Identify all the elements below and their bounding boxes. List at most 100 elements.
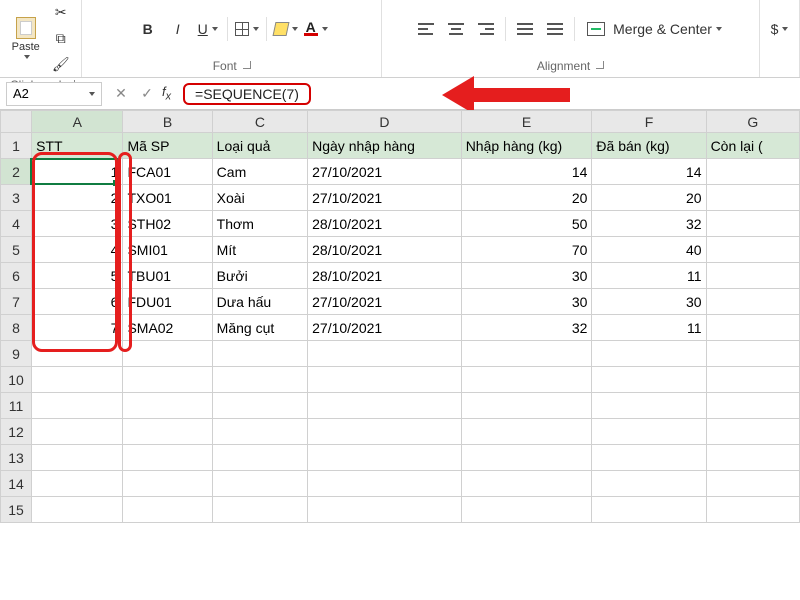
cell[interactable]: Xoài xyxy=(212,185,307,211)
select-all-corner[interactable] xyxy=(1,111,32,133)
cell[interactable]: 5 xyxy=(32,263,123,289)
bold-button[interactable]: B xyxy=(135,17,161,41)
cell[interactable] xyxy=(706,367,799,393)
cell[interactable]: SMI01 xyxy=(123,237,212,263)
cell[interactable] xyxy=(592,445,706,471)
cell[interactable] xyxy=(592,497,706,523)
column-header-F[interactable]: F xyxy=(592,111,706,133)
cell[interactable] xyxy=(706,497,799,523)
cell[interactable]: 70 xyxy=(461,237,592,263)
cell[interactable] xyxy=(32,393,123,419)
cell[interactable]: STH02 xyxy=(123,211,212,237)
cell[interactable] xyxy=(706,211,799,237)
cell[interactable] xyxy=(706,237,799,263)
copy-button[interactable]: ⧉ xyxy=(48,26,74,50)
row-header-4[interactable]: 4 xyxy=(1,211,32,237)
cell[interactable] xyxy=(308,341,462,367)
row-header-9[interactable]: 9 xyxy=(1,341,32,367)
name-box[interactable]: A2 xyxy=(6,82,102,106)
cell[interactable]: 20 xyxy=(461,185,592,211)
cell[interactable] xyxy=(308,445,462,471)
cell[interactable] xyxy=(706,341,799,367)
cell[interactable]: 32 xyxy=(461,315,592,341)
cell[interactable] xyxy=(706,289,799,315)
cell[interactable] xyxy=(706,419,799,445)
fill-color-button[interactable] xyxy=(273,17,299,41)
cell[interactable] xyxy=(212,471,307,497)
row-header-7[interactable]: 7 xyxy=(1,289,32,315)
cell[interactable]: 7 xyxy=(32,315,123,341)
row-header-5[interactable]: 5 xyxy=(1,237,32,263)
cell-grid[interactable]: A B C D E F G 1STTMã SPLoại quảNgày nhập… xyxy=(0,110,800,523)
cell[interactable] xyxy=(706,471,799,497)
cell[interactable] xyxy=(123,419,212,445)
cell[interactable]: Măng cụt xyxy=(212,315,307,341)
cell[interactable]: Loại quả xyxy=(212,133,307,159)
cell[interactable]: Cam xyxy=(212,159,307,185)
align-bottom-button[interactable] xyxy=(473,17,499,41)
cell[interactable] xyxy=(308,393,462,419)
cell[interactable] xyxy=(706,263,799,289)
cell[interactable]: 27/10/2021 xyxy=(308,315,462,341)
cell[interactable]: Mã SP xyxy=(123,133,212,159)
row-header-11[interactable]: 11 xyxy=(1,393,32,419)
column-header-E[interactable]: E xyxy=(461,111,592,133)
italic-button[interactable]: I xyxy=(165,17,191,41)
cell[interactable]: 27/10/2021 xyxy=(308,185,462,211)
cell[interactable]: 28/10/2021 xyxy=(308,237,462,263)
cell[interactable]: 14 xyxy=(592,159,706,185)
cell[interactable]: 30 xyxy=(592,289,706,315)
cell[interactable] xyxy=(706,315,799,341)
column-header-B[interactable]: B xyxy=(123,111,212,133)
cell[interactable]: 30 xyxy=(461,289,592,315)
row-header-8[interactable]: 8 xyxy=(1,315,32,341)
cell[interactable] xyxy=(123,341,212,367)
worksheet[interactable]: A B C D E F G 1STTMã SPLoại quảNgày nhập… xyxy=(0,110,800,523)
cell[interactable]: 4 xyxy=(32,237,123,263)
row-header-10[interactable]: 10 xyxy=(1,367,32,393)
cell[interactable]: 27/10/2021 xyxy=(308,159,462,185)
underline-button[interactable]: U xyxy=(195,17,221,41)
cell[interactable] xyxy=(308,419,462,445)
cell[interactable]: 28/10/2021 xyxy=(308,263,462,289)
cell[interactable] xyxy=(123,445,212,471)
cell[interactable]: 6 xyxy=(32,289,123,315)
cell[interactable]: 50 xyxy=(461,211,592,237)
cell[interactable] xyxy=(461,445,592,471)
cell[interactable]: Bưởi xyxy=(212,263,307,289)
cell[interactable]: 11 xyxy=(592,263,706,289)
cell[interactable] xyxy=(706,159,799,185)
cell[interactable] xyxy=(32,445,123,471)
column-header-A[interactable]: A xyxy=(32,111,123,133)
cell[interactable]: Đã bán (kg) xyxy=(592,133,706,159)
borders-button[interactable] xyxy=(234,17,260,41)
cell[interactable]: Thơm xyxy=(212,211,307,237)
cell[interactable] xyxy=(461,497,592,523)
cell[interactable]: 2 xyxy=(32,185,123,211)
row-header-3[interactable]: 3 xyxy=(1,185,32,211)
cell[interactable] xyxy=(592,367,706,393)
cell[interactable] xyxy=(32,419,123,445)
cell[interactable] xyxy=(308,367,462,393)
align-middle-button[interactable] xyxy=(443,17,469,41)
cell[interactable] xyxy=(592,419,706,445)
cell[interactable]: 28/10/2021 xyxy=(308,211,462,237)
cell[interactable]: 32 xyxy=(592,211,706,237)
cell[interactable] xyxy=(461,393,592,419)
cell[interactable] xyxy=(706,445,799,471)
cell[interactable] xyxy=(461,471,592,497)
number-format-currency-button[interactable]: $ xyxy=(767,17,793,41)
cell[interactable] xyxy=(308,471,462,497)
cell[interactable]: FCA01 xyxy=(123,159,212,185)
cell[interactable] xyxy=(706,185,799,211)
cell[interactable] xyxy=(32,497,123,523)
column-header-G[interactable]: G xyxy=(706,111,799,133)
row-header-6[interactable]: 6 xyxy=(1,263,32,289)
cell[interactable] xyxy=(308,497,462,523)
column-header-D[interactable]: D xyxy=(308,111,462,133)
cell[interactable]: FDU01 xyxy=(123,289,212,315)
cell[interactable] xyxy=(592,471,706,497)
cell[interactable]: STT xyxy=(32,133,123,159)
cell[interactable] xyxy=(461,419,592,445)
cell[interactable]: TXO01 xyxy=(123,185,212,211)
